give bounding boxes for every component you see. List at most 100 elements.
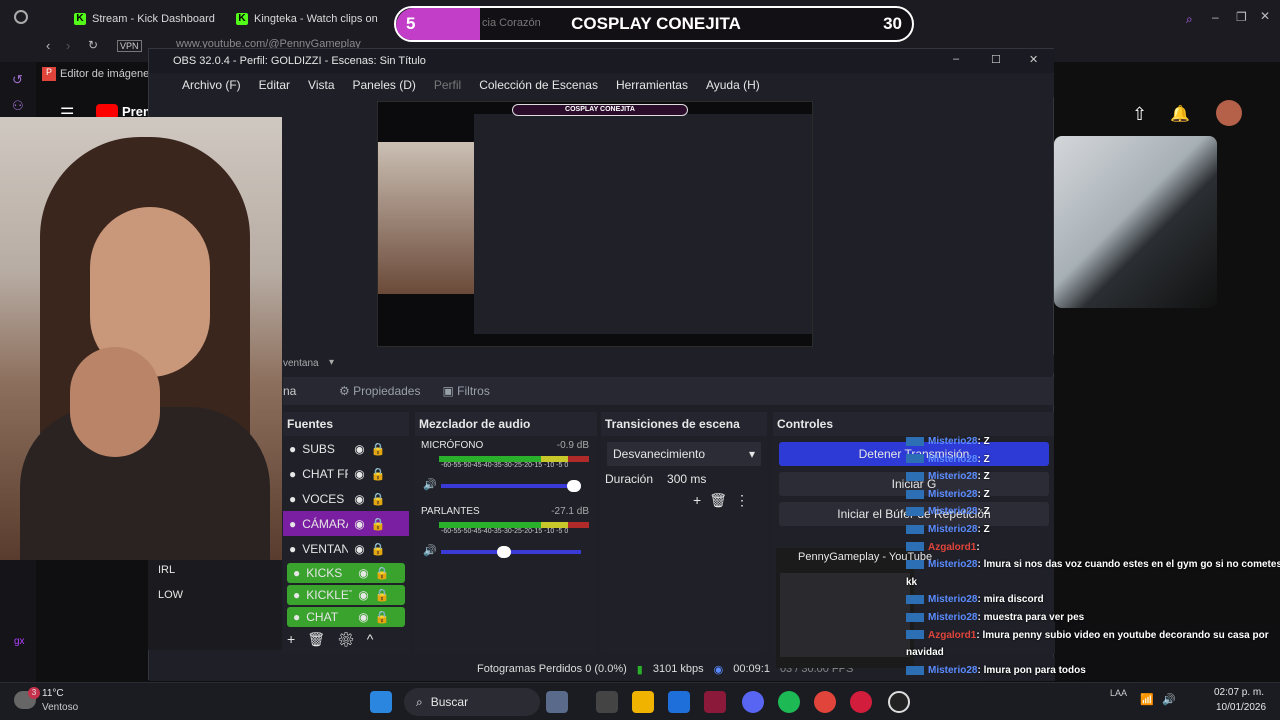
lock-icon[interactable]: 🔒 bbox=[371, 467, 386, 481]
back-icon[interactable]: ‹ bbox=[46, 38, 50, 53]
language[interactable]: LAA bbox=[1110, 688, 1127, 698]
lock-icon[interactable]: 🔒 bbox=[371, 442, 386, 456]
scene-label[interactable]: ventana bbox=[283, 358, 319, 369]
vpn-badge[interactable]: VPN bbox=[117, 40, 142, 52]
clock-date[interactable]: 10/01/2026 bbox=[1216, 702, 1266, 713]
chat-text: : Z bbox=[977, 453, 990, 465]
clock-time[interactable]: 02:07 p. m. bbox=[1214, 687, 1264, 698]
windows-start-icon[interactable] bbox=[370, 691, 392, 713]
tab-kingteka[interactable]: K Kingteka - Watch clips on bbox=[236, 8, 378, 30]
filters-button[interactable]: ▣ Filtros bbox=[442, 384, 489, 398]
widgets-icon[interactable] bbox=[546, 691, 568, 713]
chrome-icon[interactable] bbox=[814, 691, 836, 713]
up-icon[interactable]: ^ bbox=[367, 631, 386, 647]
video-thumbnail[interactable] bbox=[1054, 136, 1217, 308]
lock-icon[interactable]: 🔒 bbox=[371, 542, 386, 556]
duration-input[interactable]: 300 ms bbox=[667, 472, 706, 486]
lock-icon[interactable]: 🔒 bbox=[375, 566, 390, 580]
scene-item-irl[interactable]: IRL bbox=[148, 560, 282, 585]
chat-username: Misterio28 bbox=[928, 488, 978, 500]
weather-desc[interactable]: Ventoso bbox=[42, 702, 78, 713]
maximize-icon[interactable]: ❐ bbox=[1236, 10, 1247, 24]
eye-icon[interactable]: ◉ bbox=[354, 467, 364, 481]
tab-kick-dashboard[interactable]: K Stream - Kick Dashboard bbox=[74, 8, 215, 30]
lock-icon[interactable]: 🔒 bbox=[371, 492, 386, 506]
menu-ayuda[interactable]: Ayuda (H) bbox=[706, 78, 760, 92]
menu-herramientas[interactable]: Herramientas bbox=[616, 78, 688, 92]
add-icon[interactable]: + bbox=[287, 631, 307, 647]
bookmark-label[interactable]: Editor de imágene bbox=[60, 68, 149, 80]
speaker-icon[interactable]: 🔊 bbox=[423, 478, 437, 491]
maximize-icon[interactable]: ☐ bbox=[991, 53, 1001, 66]
file-explorer-icon[interactable] bbox=[632, 691, 654, 713]
chat-username: Misterio28 bbox=[928, 594, 978, 606]
gear-icon[interactable]: ⚙ bbox=[337, 631, 367, 647]
opera-gx-icon[interactable] bbox=[850, 691, 872, 713]
scene-row: ventana ▾ bbox=[149, 355, 1055, 373]
source-item[interactable]: ● KICKLET ◉ 🔒 bbox=[287, 585, 405, 605]
task-view-icon[interactable] bbox=[596, 691, 618, 713]
avatar[interactable] bbox=[1216, 100, 1242, 126]
slider-handle[interactable] bbox=[497, 546, 511, 558]
obs-icon[interactable] bbox=[888, 691, 910, 713]
source-item[interactable]: ● KICKS ◉ 🔒 bbox=[287, 563, 405, 583]
eye-icon[interactable]: ◉ bbox=[358, 588, 368, 602]
volume-slider[interactable] bbox=[441, 546, 581, 558]
trash-icon[interactable]: 🗑 bbox=[709, 492, 735, 508]
menu-perfil[interactable]: Perfil bbox=[434, 78, 461, 92]
menu-editar[interactable]: Editar bbox=[259, 78, 290, 92]
source-item[interactable]: ● VENTAN. ◉ 🔒 bbox=[283, 536, 409, 561]
transition-select[interactable]: Desvanecimiento ▾ bbox=[607, 442, 761, 466]
source-item[interactable]: ● CHAT FR ◉ 🔒 bbox=[283, 461, 409, 486]
search-icon[interactable]: ⌕ bbox=[1186, 12, 1193, 27]
eye-icon[interactable]: ◉ bbox=[354, 442, 364, 456]
lock-icon[interactable]: 🔒 bbox=[371, 517, 386, 531]
spotify-icon[interactable] bbox=[778, 691, 800, 713]
menu-paneles[interactable]: Paneles (D) bbox=[353, 78, 416, 92]
scene-item-low[interactable]: LOW bbox=[148, 585, 282, 610]
upload-icon[interactable]: ⇧ bbox=[1132, 104, 1147, 125]
lock-icon[interactable]: 🔒 bbox=[375, 588, 390, 602]
youtube-popup[interactable]: PennyGameplay - YouTube bbox=[776, 548, 932, 668]
source-item[interactable]: ● CHAT ◉ 🔒 bbox=[287, 607, 405, 627]
lock-icon[interactable]: 🔒 bbox=[375, 610, 390, 624]
properties-button[interactable]: ⚙ Propiedades bbox=[339, 384, 420, 398]
slider-handle[interactable] bbox=[567, 480, 581, 492]
forward-icon[interactable]: › bbox=[66, 38, 70, 53]
wifi-icon[interactable]: 📶 bbox=[1140, 693, 1154, 706]
obs-preview[interactable]: COSPLAY CONEJITA bbox=[377, 101, 813, 347]
source-item[interactable]: ● CÁMARA ◉ 🔒 bbox=[283, 511, 409, 536]
badge-icon bbox=[906, 560, 924, 570]
history-icon[interactable]: ↺ bbox=[12, 72, 36, 88]
menu-vista[interactable]: Vista bbox=[308, 78, 334, 92]
discord-icon[interactable] bbox=[742, 691, 764, 713]
minimize-icon[interactable]: – bbox=[953, 53, 959, 65]
close-icon[interactable]: ✕ bbox=[1260, 9, 1270, 23]
eye-icon[interactable]: ◉ bbox=[354, 517, 364, 531]
eye-icon[interactable]: ◉ bbox=[354, 492, 364, 506]
taskbar-search[interactable]: ⌕ Buscar bbox=[404, 688, 540, 716]
speaker-icon[interactable]: 🔊 bbox=[423, 544, 437, 557]
volume-slider[interactable] bbox=[441, 480, 581, 492]
trash-icon[interactable]: 🗑 bbox=[307, 631, 337, 647]
minimize-icon[interactable]: – bbox=[1212, 10, 1219, 24]
more-icon[interactable]: ⋮ bbox=[735, 492, 757, 508]
eye-icon[interactable]: ◉ bbox=[358, 566, 368, 580]
eye-icon[interactable]: ◉ bbox=[358, 610, 368, 624]
menu-archivo[interactable]: Archivo (F) bbox=[182, 78, 241, 92]
source-item[interactable]: ● VOCES F ◉ 🔒 bbox=[283, 486, 409, 511]
bell-icon[interactable]: 🔔 bbox=[1170, 104, 1190, 124]
add-icon[interactable]: + bbox=[693, 492, 709, 508]
edge-icon[interactable] bbox=[668, 691, 690, 713]
app-icon[interactable] bbox=[704, 691, 726, 713]
menu-coleccion[interactable]: Colección de Escenas bbox=[479, 78, 598, 92]
weather-temp[interactable]: 11°C bbox=[42, 688, 64, 699]
chevron-down-icon[interactable]: ▾ bbox=[329, 357, 334, 368]
workspaces-icon[interactable] bbox=[14, 10, 28, 24]
volume-icon[interactable]: 🔊 bbox=[1162, 693, 1176, 706]
eye-icon[interactable]: ◉ bbox=[354, 542, 364, 556]
reload-icon[interactable]: ↻ bbox=[88, 38, 98, 52]
source-item[interactable]: ● SUBS ◉ 🔒 bbox=[283, 436, 409, 461]
close-icon[interactable]: ✕ bbox=[1029, 53, 1038, 66]
extensions-icon[interactable]: ⚇ bbox=[12, 98, 36, 114]
